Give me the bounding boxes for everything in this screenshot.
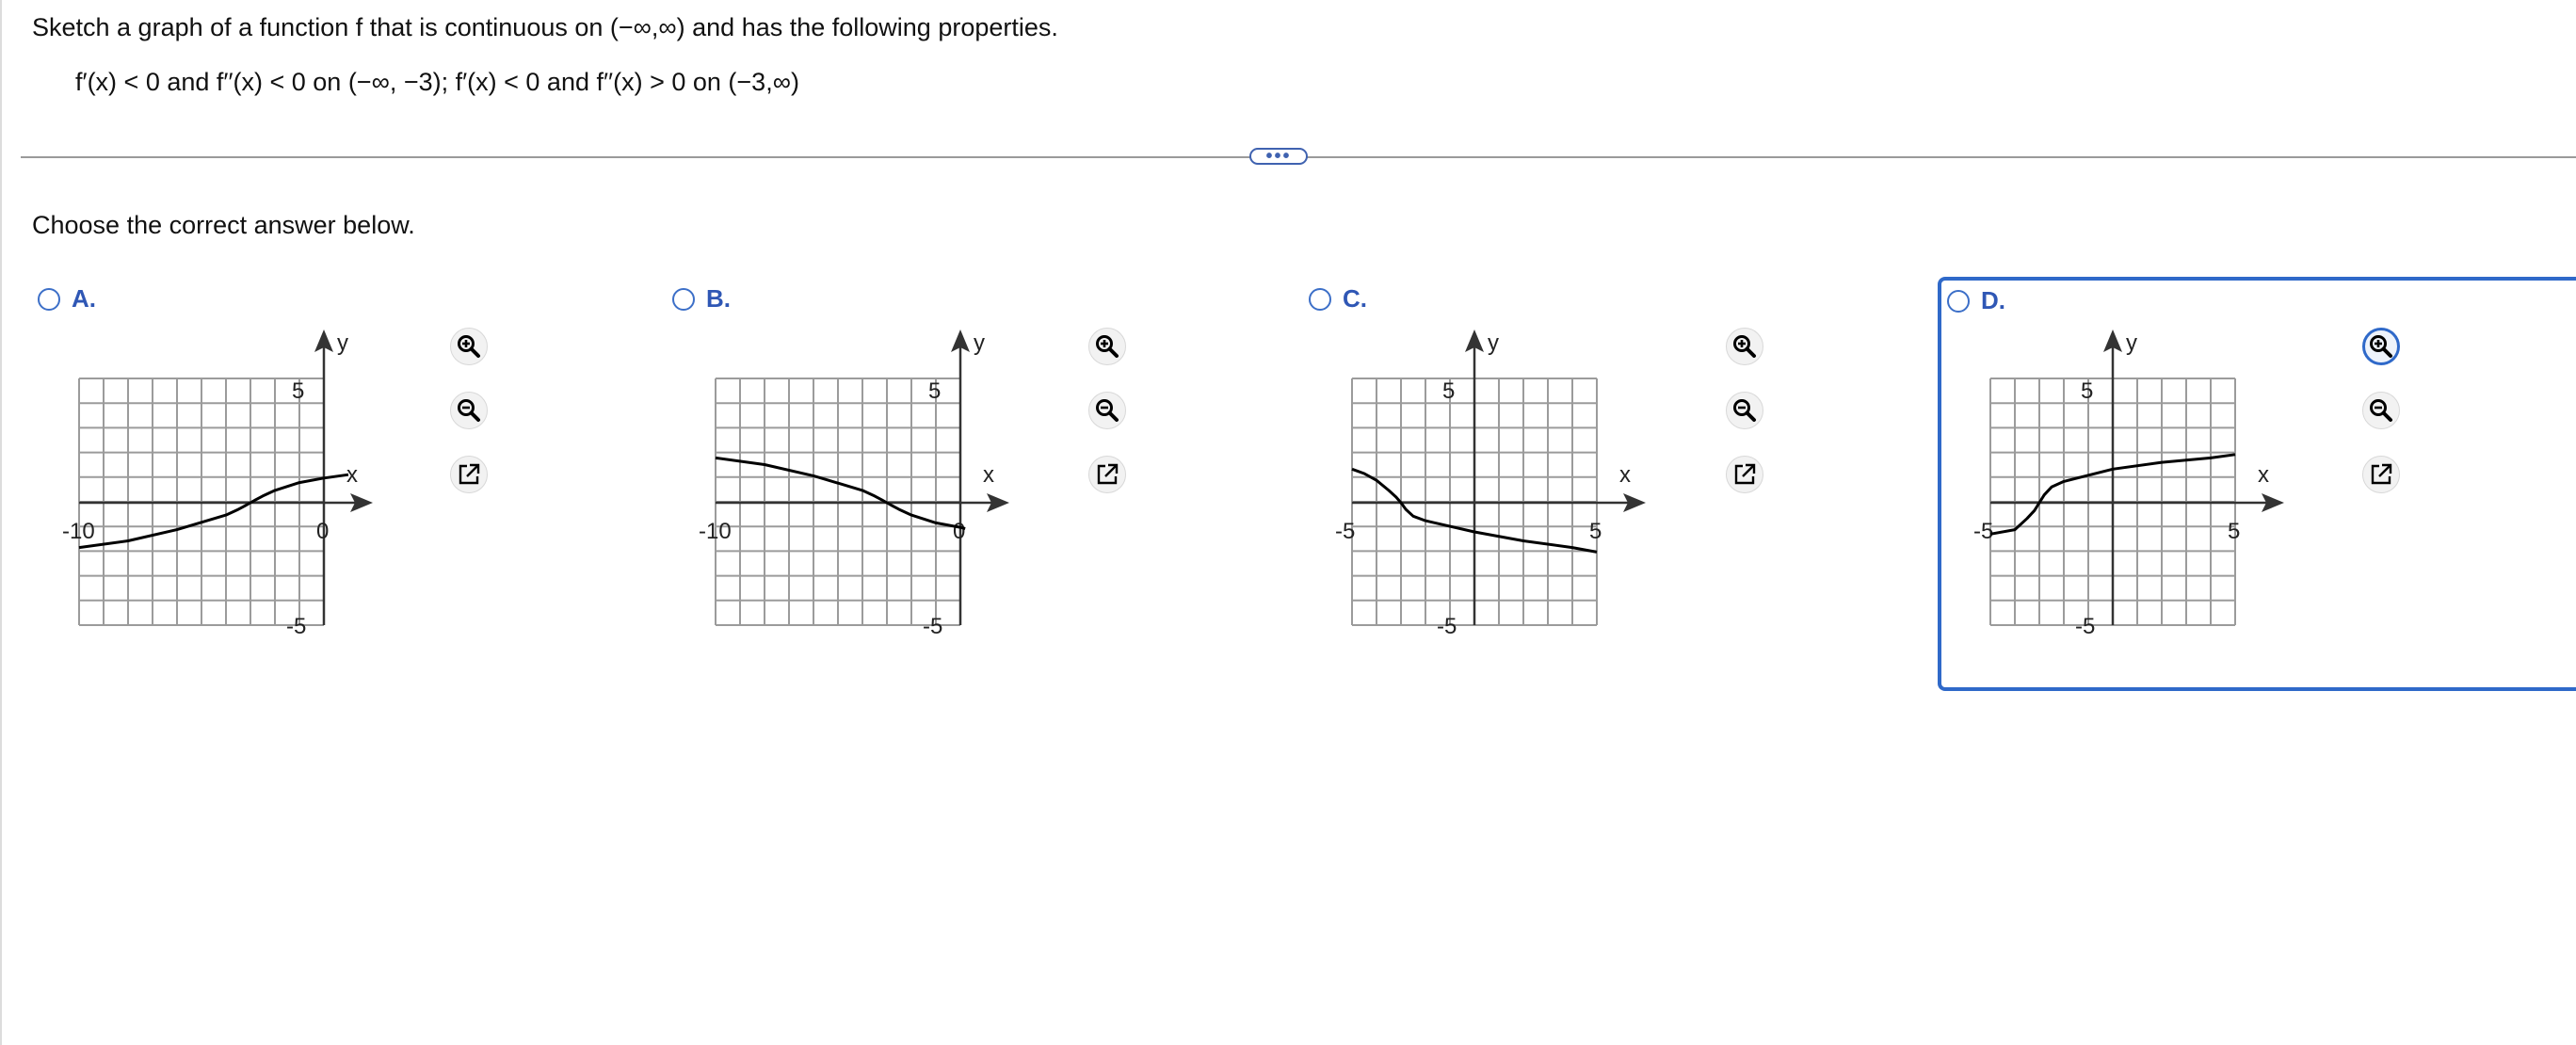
zoom-in-button-b[interactable] xyxy=(1088,328,1126,365)
popout-button-d[interactable] xyxy=(2362,456,2400,493)
zoom-in-button-d[interactable] xyxy=(2362,328,2400,365)
x-axis-label-c: x xyxy=(1619,462,1631,488)
x-tick-label-max-c: 5 xyxy=(1589,519,1602,544)
y-axis-label-b: y xyxy=(974,330,985,356)
x-tick-label-min-a: -10 xyxy=(62,519,95,544)
y-tick-label-top-b: 5 xyxy=(928,378,941,404)
answer-instruction: Choose the correct answer below. xyxy=(32,211,415,239)
answer-option-a[interactable]: A. x y -10 0 5 -5 xyxy=(28,277,631,691)
graph-a: xy-10 05-5 xyxy=(62,330,373,639)
zoom-out-button-c[interactable] xyxy=(1726,392,1763,429)
y-tick-label-top-a: 5 xyxy=(292,378,304,404)
popout-button-c[interactable] xyxy=(1726,456,1763,493)
y-axis-label-a: y xyxy=(337,330,348,356)
x-tick-label-min-c: -5 xyxy=(1335,519,1355,544)
popout-icon xyxy=(459,463,480,485)
popout-button-a[interactable] xyxy=(450,456,488,493)
zoom-out-icon xyxy=(1733,399,1756,422)
graph-b: x y -10 0 5 -5 xyxy=(699,330,1009,639)
y-axis-label-d: y xyxy=(2126,330,2137,356)
y-tick-label-top-d: 5 xyxy=(2081,378,2093,404)
y-tick-label-top-c: 5 xyxy=(1442,378,1455,404)
zoom-out-icon xyxy=(458,399,480,422)
x-tick-label-max-a: 0 xyxy=(316,519,329,544)
popout-icon xyxy=(2371,463,2392,485)
answer-option-d[interactable]: D. x y -5 5 5 -5 xyxy=(1938,277,2576,691)
popout-icon xyxy=(1734,463,1756,485)
x-axis-label-b: x xyxy=(983,462,994,488)
answer-option-b[interactable]: B. x y -10 0 5 -5 xyxy=(665,277,1267,691)
zoom-in-button-c[interactable] xyxy=(1726,328,1763,365)
zoom-in-icon xyxy=(2370,335,2392,358)
zoom-in-icon xyxy=(1096,335,1119,358)
function-curve-a xyxy=(78,473,349,550)
graph-c: x y -5 5 5 -5 xyxy=(1335,330,1646,639)
expand-more-button[interactable]: ••• xyxy=(1249,147,1308,166)
x-tick-label-min-b: -10 xyxy=(699,519,732,544)
zoom-in-icon xyxy=(1733,335,1756,358)
popout-button-b[interactable] xyxy=(1088,456,1126,493)
question-properties: f′(x) < 0 and f′′(x) < 0 on (−∞, −3); f′… xyxy=(75,68,799,96)
zoom-out-button-d[interactable] xyxy=(2362,392,2400,429)
y-tick-label-bottom-a: -5 xyxy=(286,614,306,639)
graph-d: x y -5 5 5 -5 xyxy=(1973,330,2284,639)
x-tick-label-min-d: -5 xyxy=(1973,519,1993,544)
zoom-out-icon xyxy=(1096,399,1119,422)
zoom-out-icon xyxy=(2370,399,2392,422)
popout-icon xyxy=(1097,463,1119,485)
y-axis-label-c: y xyxy=(1488,330,1499,356)
y-tick-label-bottom-d: -5 xyxy=(2075,614,2095,639)
zoom-in-icon xyxy=(458,335,480,358)
zoom-out-button-a[interactable] xyxy=(450,392,488,429)
x-tick-label-max-b: 0 xyxy=(953,519,965,544)
function-curve-b xyxy=(715,456,966,530)
x-axis-label-d: x xyxy=(2258,462,2269,488)
zoom-out-button-b[interactable] xyxy=(1088,392,1126,429)
x-tick-label-max-d: 5 xyxy=(2228,519,2240,544)
y-tick-label-bottom-c: -5 xyxy=(1437,614,1457,639)
y-tick-label-bottom-b: -5 xyxy=(923,614,942,639)
answer-option-c[interactable]: C. x y -5 5 5 -5 xyxy=(1301,277,1904,691)
zoom-in-button-a[interactable] xyxy=(450,328,488,365)
question-prompt: Sketch a graph of a function f that is c… xyxy=(32,13,1058,41)
